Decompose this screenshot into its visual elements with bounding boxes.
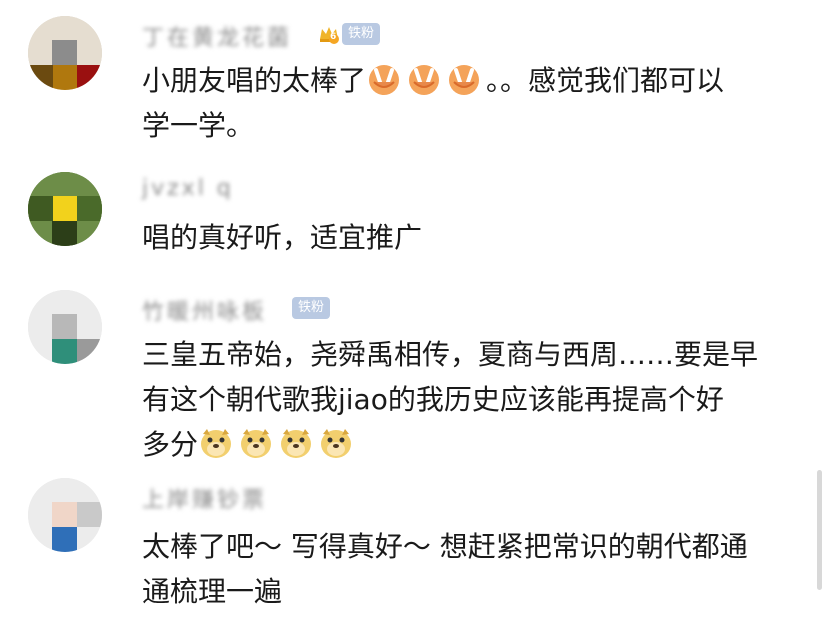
comment-line: 唱的真好听，适宜推广 — [142, 221, 423, 254]
doge-icon — [238, 426, 274, 460]
clap-hands-icon — [366, 62, 402, 96]
username[interactable]: 丁在黄龙花菌 — [142, 20, 292, 52]
fan-badge: 铁粉 — [290, 296, 331, 320]
badge-level: 6 — [330, 32, 337, 42]
comment-text: 小朋友唱的太棒了 。。感觉我们都可以 学一学。 — [142, 58, 724, 148]
comment-text: 三皇五帝始，尧舜禹相传，夏商与西周……要是早 有这个朝代歌我jiao的我历史应该… — [142, 332, 758, 467]
avatar[interactable] — [28, 478, 102, 552]
clap-hands-icon — [446, 62, 482, 96]
comment-text: 太棒了吧～ 写得真好～ 想赶紧把常识的朝代都通 通梳理一遍 — [142, 524, 748, 614]
comment-line: 通梳理一遍 — [142, 575, 283, 608]
username[interactable]: jvzxl q — [142, 176, 234, 201]
comment-line: 小朋友唱的太棒了 — [142, 64, 367, 97]
scrollbar[interactable] — [817, 470, 822, 590]
badge-label: 铁粉 — [342, 23, 381, 45]
clap-hands-icon — [406, 62, 442, 96]
doge-icon — [318, 426, 354, 460]
fan-badge: 6 铁粉 — [318, 22, 381, 46]
comment-line: 三皇五帝始，尧舜禹相传，夏商与西周……要是早 — [142, 338, 759, 371]
comment-text: 唱的真好听，适宜推广 — [142, 215, 422, 260]
comment-line: 。。感觉我们都可以 — [486, 64, 725, 97]
avatar[interactable] — [28, 290, 102, 364]
username[interactable]: 竹暖州咏板 — [142, 294, 267, 326]
doge-icon — [198, 426, 234, 460]
doge-icon — [278, 426, 314, 460]
comment-line: 有这个朝代歌我jiao的我历史应该能再提高个好 — [142, 383, 724, 416]
comment-line: 多分 — [142, 428, 199, 461]
badge-label: 铁粉 — [292, 297, 331, 319]
crown-icon — [318, 23, 340, 45]
comment-line: 学一学。 — [142, 109, 255, 142]
username[interactable]: 上岸赚钞票 — [142, 482, 267, 514]
avatar[interactable] — [28, 172, 102, 246]
comment-line: 太棒了吧～ 写得真好～ 想赶紧把常识的朝代都通 — [142, 530, 748, 563]
avatar[interactable] — [28, 16, 102, 90]
